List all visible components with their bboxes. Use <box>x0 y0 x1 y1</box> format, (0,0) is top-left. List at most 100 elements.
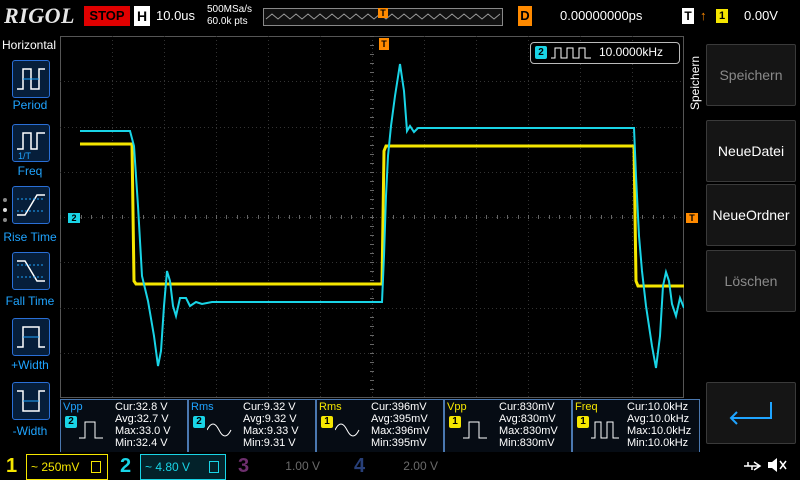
fall-time-icon <box>17 260 45 282</box>
freq-button[interactable]: 1/T Freq <box>0 124 60 180</box>
sample-rate: 500MSa/s <box>207 4 253 15</box>
graticule <box>60 36 685 399</box>
measurement-name: Freq <box>575 401 598 413</box>
softkey-loeschen[interactable]: Löschen <box>706 250 796 312</box>
measurement-source: 1 <box>321 416 333 428</box>
freq-label: Freq <box>17 164 43 178</box>
measurement-max: Max:33.0 V <box>115 425 171 437</box>
memory-depth: 60.0k pts <box>207 16 248 27</box>
rise-time-icon <box>17 194 45 216</box>
ch2-ground-marker[interactable]: 2 <box>68 213 80 223</box>
period-label: Period <box>12 98 48 112</box>
sample-rate-readout: 500MSa/s 60.0k pts <box>207 4 252 28</box>
measurement-max: Max:10.0kHz <box>627 425 692 437</box>
softkey-neue-ordner[interactable]: NeueOrdner <box>706 184 796 246</box>
frequency-icon: 1/T <box>17 132 45 161</box>
measurement-max: Max:830mV <box>499 425 558 437</box>
enter-arrow-icon <box>729 402 772 425</box>
positive-width-icon <box>17 326 45 348</box>
measurement-cur: Cur:396mV <box>371 401 427 413</box>
rigol-logo: RIGOL <box>4 3 75 28</box>
measurement-max: Max:396mV <box>371 425 430 437</box>
measurement-min: Min:395mV <box>371 437 427 449</box>
measurement-source: 1 <box>449 416 461 428</box>
page-indicator <box>2 196 8 226</box>
frequency-icon <box>591 421 619 439</box>
freq-counter-source: 2 <box>535 46 547 59</box>
ch3-scale[interactable]: 1.00 V <box>258 454 342 478</box>
timebase-value[interactable]: 10.0us <box>156 6 195 26</box>
measurement-3[interactable]: Rms 1 Cur:396mV Avg:395mV Max:396mV Min:… <box>316 399 444 453</box>
measurement-4[interactable]: Vpp 1 Cur:830mV Avg:830mV Max:830mV Min:… <box>444 399 572 453</box>
menu-caption: Speichern <box>688 55 702 110</box>
trigger-level-value[interactable]: 0.00V <box>744 6 778 26</box>
ch3-number[interactable]: 3 <box>238 452 249 480</box>
rms-icon <box>335 423 360 437</box>
vpp-icon <box>79 421 103 439</box>
measurement-1[interactable]: Vpp 2 Cur:32.8 V Avg:32.7 V Max:33.0 V M… <box>60 399 188 453</box>
period-button[interactable]: Period <box>0 58 60 114</box>
usb-icon <box>742 458 762 479</box>
measurement-source: 2 <box>65 416 77 428</box>
period-icon <box>17 68 45 90</box>
trigger-position-marker: T <box>378 8 388 18</box>
ch1-scale-value: ~ 250mV <box>31 460 80 474</box>
waveform-display[interactable] <box>60 36 685 399</box>
fall-time-button[interactable]: Fall Time <box>0 252 60 308</box>
measurement-source: 1 <box>577 416 589 428</box>
measurement-avg: Avg:830mV <box>499 413 556 425</box>
measurement-avg: Avg:10.0kHz <box>627 413 690 425</box>
measurement-cur: Cur:830mV <box>499 401 555 413</box>
ch4-number[interactable]: 4 <box>354 452 365 480</box>
negative-width-button[interactable]: -Width <box>0 382 60 440</box>
frequency-counter: 2 10.0000kHz <box>530 42 680 64</box>
speaker-muted-icon[interactable] <box>766 456 788 479</box>
measurement-avg: Avg:32.7 V <box>115 413 169 425</box>
run-stop-button[interactable]: STOP <box>84 6 130 26</box>
rise-time-button[interactable]: Rise Time <box>0 186 60 244</box>
measurement-avg: Avg:9.32 V <box>243 413 297 425</box>
trigger-slope-icon: ↑ <box>700 8 707 23</box>
measurement-max: Max:9.33 V <box>243 425 299 437</box>
square-wave-icon <box>551 47 591 59</box>
ch4-scale[interactable]: 2.00 V <box>374 454 458 478</box>
measurement-cur: Cur:10.0kHz <box>627 401 689 413</box>
trigger-position-top-marker[interactable]: T <box>379 38 389 50</box>
measurement-name: Vpp <box>447 401 467 413</box>
fall-time-label: Fall Time <box>5 294 55 308</box>
ch2-impedance-icon <box>209 461 219 473</box>
left-panel-title: Horizontal <box>2 38 57 52</box>
softkey-enter[interactable] <box>706 382 796 444</box>
ch2-scale-value: ~ 4.80 V <box>145 460 191 474</box>
ch1-number[interactable]: 1 <box>6 452 17 480</box>
positive-width-button[interactable]: +Width <box>0 318 60 374</box>
measurement-min: Min:10.0kHz <box>627 437 689 449</box>
trigger-source-badge: 1 <box>716 9 728 23</box>
measurement-min: Min:9.31 V <box>243 437 296 449</box>
svg-text:1/T: 1/T <box>18 151 32 161</box>
timebase-label: H <box>134 6 150 26</box>
rms-icon <box>207 423 232 437</box>
trigger-label: T <box>682 8 694 24</box>
positive-width-label: +Width <box>11 358 49 372</box>
measurement-min: Min:830mV <box>499 437 555 449</box>
delay-value[interactable]: 0.00000000ps <box>560 6 642 26</box>
softkey-speichern[interactable]: Speichern <box>706 44 796 106</box>
vpp-icon <box>463 421 487 439</box>
ch1-scale[interactable]: ~ 250mV <box>26 454 108 480</box>
rise-time-label: Rise Time <box>3 230 57 244</box>
ch1-impedance-icon <box>91 461 101 473</box>
freq-counter-value: 10.0000kHz <box>599 45 664 59</box>
measurement-avg: Avg:395mV <box>371 413 428 425</box>
measurement-cur: Cur:32.8 V <box>115 401 168 413</box>
ch2-number[interactable]: 2 <box>120 452 131 480</box>
negative-width-label: -Width <box>12 424 48 438</box>
measurement-2[interactable]: Rms 2 Cur:9.32 V Avg:9.32 V Max:9.33 V M… <box>188 399 316 453</box>
measurement-name: Vpp <box>63 401 83 413</box>
measurement-5[interactable]: Freq 1 Cur:10.0kHz Avg:10.0kHz Max:10.0k… <box>572 399 700 453</box>
softkey-neue-datei[interactable]: NeueDatei <box>706 120 796 182</box>
measurement-source: 2 <box>193 416 205 428</box>
ch2-scale[interactable]: ~ 4.80 V <box>140 454 226 480</box>
measurement-cur: Cur:9.32 V <box>243 401 296 413</box>
delay-label: D <box>518 6 532 26</box>
